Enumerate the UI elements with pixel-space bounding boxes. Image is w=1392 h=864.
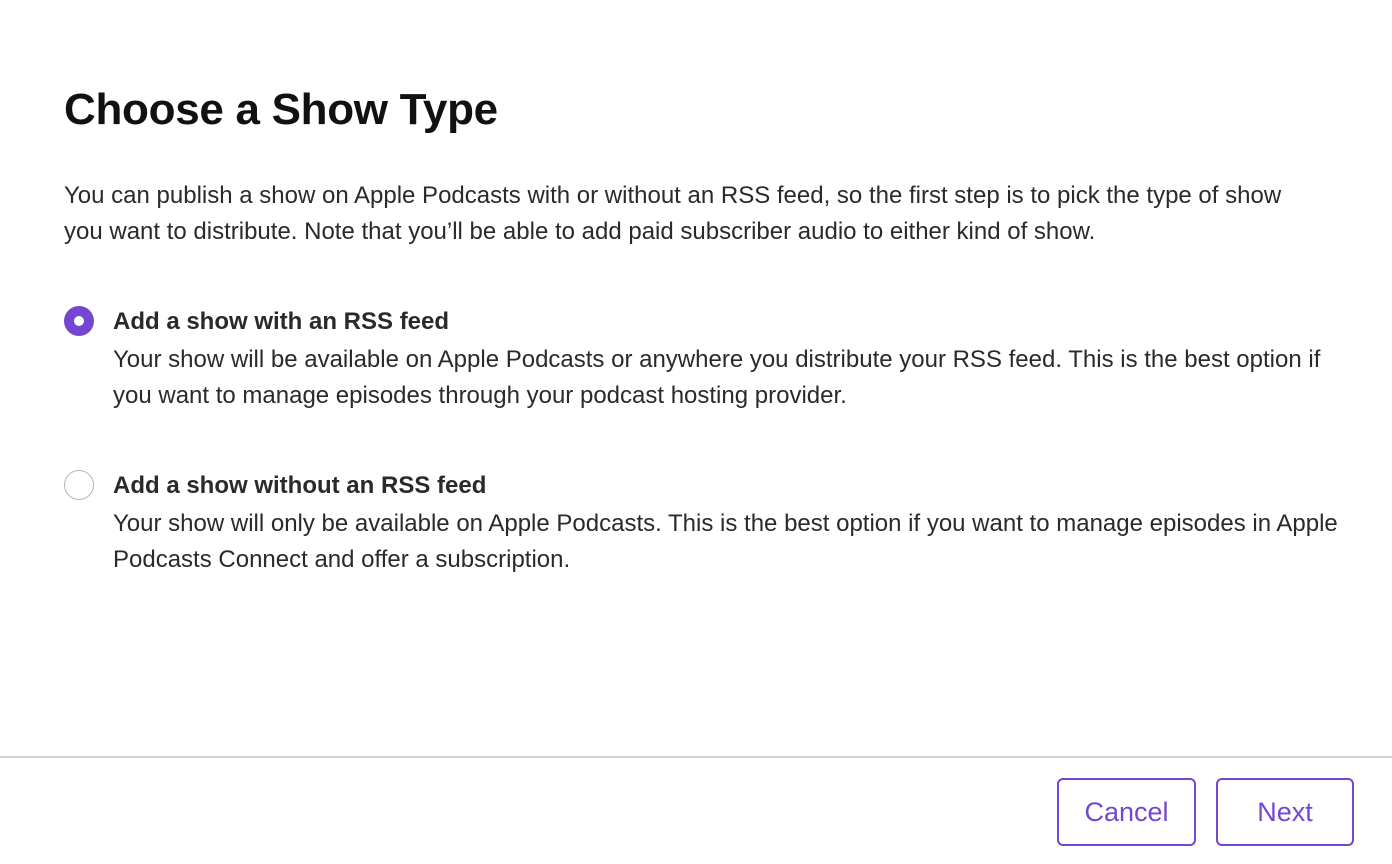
footer-divider — [0, 756, 1392, 758]
option-without-rss-title: Add a show without an RSS feed — [113, 472, 487, 499]
radio-with-rss[interactable] — [64, 306, 94, 336]
page-title: Choose a Show Type — [64, 85, 498, 134]
option-with-rss-description: Your show will be available on Apple Pod… — [113, 346, 1321, 409]
option-without-rss[interactable]: Add a show without an RSS feed Your show… — [64, 468, 1343, 578]
cancel-button[interactable]: Cancel — [1057, 778, 1196, 846]
radio-without-rss[interactable] — [64, 470, 94, 500]
option-with-rss-title: Add a show with an RSS feed — [113, 308, 450, 335]
option-without-rss-description: Your show will only be available on Appl… — [113, 510, 1338, 573]
option-with-rss[interactable]: Add a show with an RSS feed Your show wi… — [64, 304, 1343, 414]
dialog-content: Choose a Show Type You can publish a sho… — [64, 80, 1338, 578]
show-type-dialog: Choose a Show Type You can publish a sho… — [0, 0, 1392, 864]
next-button[interactable]: Next — [1216, 778, 1354, 846]
intro-text: You can publish a show on Apple Podcasts… — [64, 182, 1282, 245]
